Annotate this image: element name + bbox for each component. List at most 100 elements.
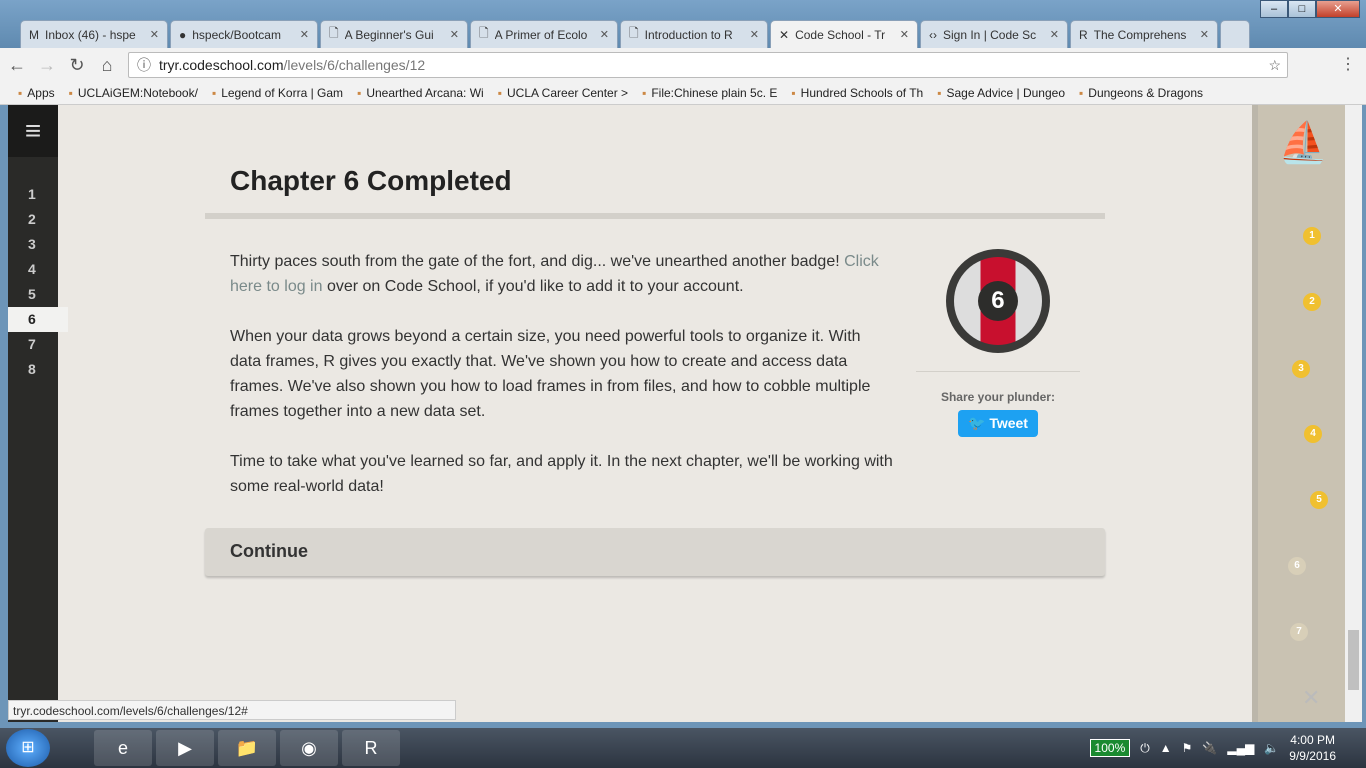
bookmark-icon: ▪ — [642, 86, 647, 100]
map-point-4[interactable]: 4 — [1304, 425, 1322, 443]
bookmark-icon: ▪ — [211, 86, 217, 100]
bookmark-item[interactable]: ▪ File:Chinese plain 5c. E — [642, 86, 777, 100]
page-icon: 🗋 — [479, 26, 489, 40]
media-player-taskbar-icon[interactable]: ▶ — [156, 730, 214, 766]
twitter-icon: 🐦 — [967, 415, 990, 431]
level-link-2[interactable]: 2 — [8, 207, 58, 232]
reload-button[interactable]: ↻ — [64, 55, 90, 76]
maximize-button[interactable]: □ — [1288, 0, 1316, 18]
time: 4:00 PM — [1290, 733, 1335, 747]
flag-icon[interactable]: ⚑ — [1182, 741, 1193, 755]
bookmark-item[interactable]: ▪ Hundred Schools of Th — [791, 86, 923, 100]
menu-kebab-icon[interactable]: ⋮ — [1340, 54, 1356, 74]
bookmark-item[interactable]: ▪ Legend of Korra | Gam — [212, 86, 343, 100]
map-point-6[interactable]: 6 — [1288, 557, 1306, 575]
hamburger-menu-icon[interactable]: ≡ — [8, 105, 58, 157]
paragraph-next: Time to take what you've learned so far,… — [230, 453, 893, 495]
level-sidebar: ≡ 12345678 — [8, 105, 68, 722]
scrollbar[interactable] — [1345, 105, 1362, 722]
close-tab-icon[interactable]: ✕ — [1200, 28, 1209, 41]
tab[interactable]: 🗋 Introduction to R ✕ — [620, 20, 768, 48]
level-link-7[interactable]: 7 — [8, 332, 58, 357]
bookmark-label: Hundred Schools of Th — [800, 86, 924, 100]
tab[interactable]: ‹› Sign In | Code Sc ✕ — [920, 20, 1068, 48]
tab-title: Inbox (46) - hspe — [45, 27, 136, 42]
chrome-taskbar-icon[interactable]: ◉ — [280, 730, 338, 766]
bookmark-label: Sage Advice | Dungeo — [946, 86, 1066, 100]
tab-title: Sign In | Code Sc — [943, 27, 1037, 42]
x-marks-spot-icon: ✕ — [1302, 685, 1321, 710]
map-point-7[interactable]: 7 — [1290, 623, 1308, 641]
close-tab-icon[interactable]: ✕ — [450, 28, 459, 41]
badge-number: 6 — [977, 281, 1018, 321]
close-window-button[interactable]: ✕ — [1316, 0, 1360, 18]
close-tab-icon[interactable]: ✕ — [1050, 28, 1059, 41]
gmail-icon: M — [29, 27, 39, 42]
codeschool-icon: ✕ — [779, 27, 790, 42]
bookmark-item[interactable]: ▪ UCLA Career Center > — [498, 86, 628, 100]
back-button[interactable]: ← — [4, 55, 30, 76]
explorer-taskbar-icon[interactable]: 📁 — [218, 730, 276, 766]
battery-indicator[interactable]: 100% — [1089, 739, 1131, 757]
level-link-6[interactable]: 6 — [8, 307, 68, 332]
tab[interactable]: ✕ Code School - Tr ✕ — [770, 20, 918, 48]
bookmark-item[interactable]: ▪ Unearthed Arcana: Wi — [357, 86, 484, 100]
map-point-1[interactable]: 1 — [1303, 227, 1321, 245]
scrollbar-thumb[interactable] — [1348, 630, 1359, 690]
level-link-3[interactable]: 3 — [8, 232, 58, 257]
start-button[interactable]: ⊞ — [6, 729, 50, 767]
map-point-5[interactable]: 5 — [1310, 491, 1328, 509]
page-icon: 🗋 — [329, 26, 339, 40]
bookmark-icon: ▪ — [68, 86, 73, 100]
power-plug-icon[interactable]: ⏻ — [1140, 741, 1150, 756]
close-tab-icon[interactable]: ✕ — [600, 28, 609, 41]
tab[interactable]: R The Comprehens ✕ — [1070, 20, 1218, 48]
tab-title: Introduction to R — [644, 27, 733, 42]
bookmark-item[interactable]: ▪ UCLAiGEM:Notebook/ — [69, 86, 198, 100]
tab[interactable]: 🗋 A Primer of Ecolo ✕ — [470, 20, 618, 48]
close-tab-icon[interactable]: ✕ — [150, 28, 159, 41]
clock[interactable]: 4:00 PM 9/9/2016 — [1289, 732, 1336, 764]
bookmark-icon: ▪ — [791, 86, 796, 100]
bookmark-item[interactable]: ▪ Dungeons & Dragons — [1079, 86, 1203, 100]
bookmark-icon: ▪ — [18, 86, 23, 100]
tab[interactable]: M Inbox (46) - hspe ✕ — [20, 20, 168, 48]
browser-toolbar: ← → ↻ ⌂ ⓘ tryr.codeschool.com/levels/6/c… — [0, 48, 1366, 82]
tab-title: The Comprehens — [1093, 27, 1187, 42]
bookmark-icon: ▪ — [497, 86, 502, 100]
bookmark-icon: ▪ — [937, 86, 942, 100]
info-icon[interactable]: ⓘ — [137, 53, 151, 77]
bookmark-label: File:Chinese plain 5c. E — [651, 86, 778, 100]
signal-icon[interactable]: ▂▄▆ — [1227, 741, 1254, 755]
show-hidden-icons[interactable]: ▲ — [1160, 741, 1172, 755]
ie-taskbar-icon[interactable]: e — [94, 730, 152, 766]
level-link-8[interactable]: 8 — [8, 357, 58, 382]
system-tray: 100% ⏻ ▲ ⚑ 🔌 ▂▄▆ 🔈 4:00 PM 9/9/2016 — [1089, 728, 1336, 768]
ship-icon: ⛵ — [1278, 121, 1328, 165]
level-link-5[interactable]: 5 — [8, 282, 58, 307]
page-title: Chapter 6 Completed — [230, 165, 512, 196]
apps-shortcut[interactable]: ▪ Apps — [18, 86, 55, 100]
r-taskbar-icon[interactable]: R — [342, 730, 400, 766]
close-tab-icon[interactable]: ✕ — [750, 28, 759, 41]
new-tab-button[interactable] — [1220, 20, 1250, 48]
continue-button[interactable]: Continue — [205, 528, 1105, 576]
level-link-1[interactable]: 1 — [8, 182, 58, 207]
minimize-button[interactable]: – — [1260, 0, 1288, 18]
home-button[interactable]: ⌂ — [94, 55, 120, 76]
close-tab-icon[interactable]: ✕ — [300, 28, 309, 41]
tweet-button[interactable]: 🐦 Tweet — [957, 410, 1038, 437]
power-icon[interactable]: 🔌 — [1202, 741, 1217, 755]
volume-icon[interactable]: 🔈 — [1264, 741, 1279, 755]
close-tab-icon[interactable]: ✕ — [900, 28, 909, 41]
map-point-3[interactable]: 3 — [1292, 360, 1310, 378]
window-titlebar: – □ ✕ M Inbox (46) - hspe ✕ ● hspeck/Bootcam… — [0, 0, 1366, 48]
bookmark-star-icon[interactable]: ☆ — [1268, 53, 1281, 77]
forward-button[interactable]: → — [34, 55, 60, 76]
tab[interactable]: 🗋 A Beginner's Gui ✕ — [320, 20, 468, 48]
map-point-2[interactable]: 2 — [1303, 293, 1321, 311]
level-link-4[interactable]: 4 — [8, 257, 58, 282]
tab[interactable]: ● hspeck/Bootcam ✕ — [170, 20, 318, 48]
bookmark-item[interactable]: ▪ Sage Advice | Dungeo — [937, 86, 1065, 100]
address-bar[interactable]: ⓘ tryr.codeschool.com/levels/6/challenge… — [128, 52, 1288, 78]
